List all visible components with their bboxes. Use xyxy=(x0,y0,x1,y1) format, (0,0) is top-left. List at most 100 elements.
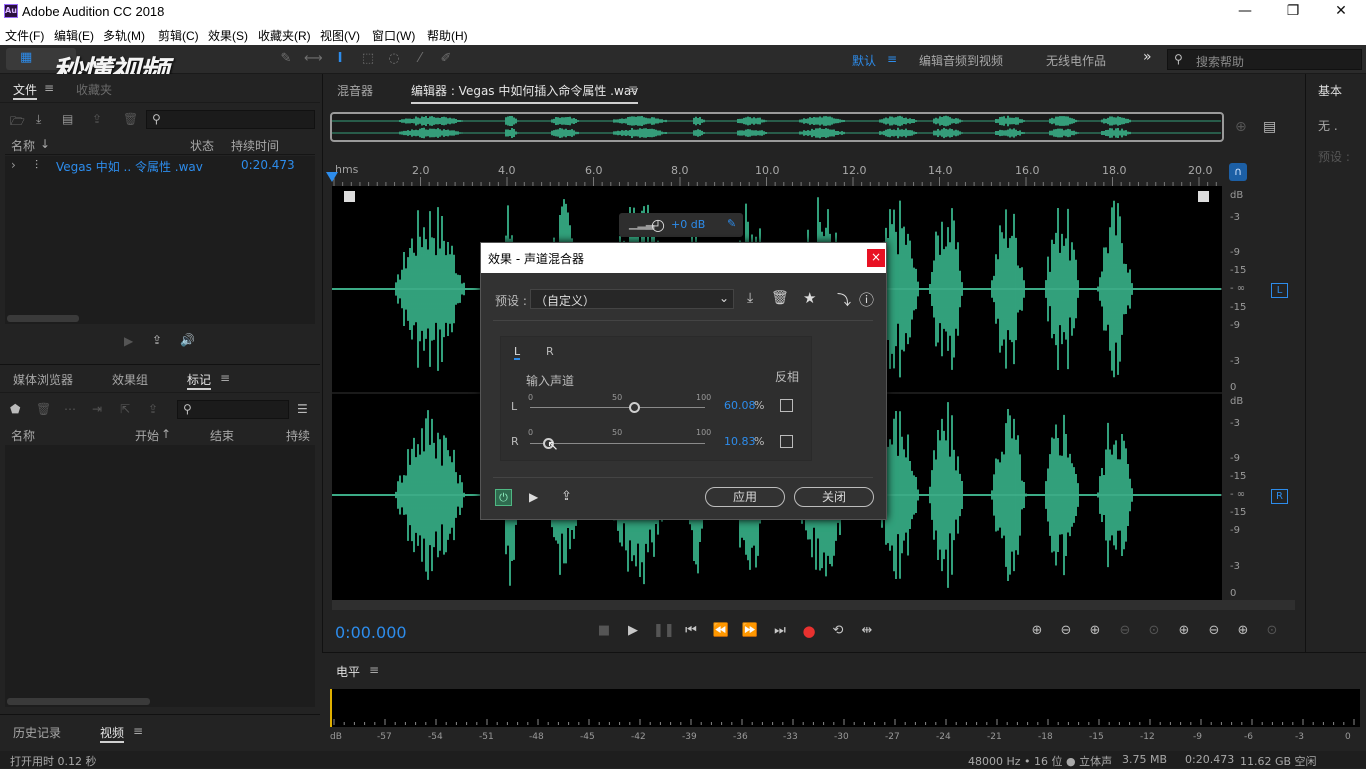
zoom-out-full-icon[interactable]: ⊙ xyxy=(1145,622,1163,640)
brush-icon[interactable]: ⁄ xyxy=(412,51,428,67)
menu-help[interactable]: 帮助(H) xyxy=(427,27,468,44)
rewind-icon[interactable]: ⏪ xyxy=(712,622,730,640)
fast-forward-icon[interactable]: ⏩ xyxy=(741,622,759,640)
help-search-input[interactable]: 搜索帮助 xyxy=(1196,53,1244,70)
marquee-icon[interactable]: ⬚ xyxy=(360,51,376,67)
stop-icon[interactable]: ■ xyxy=(595,622,613,640)
tab-output-L[interactable]: L xyxy=(514,345,521,360)
col-name[interactable]: 名称 xyxy=(11,137,35,154)
filter-icon[interactable]: ☰ xyxy=(297,402,308,416)
menu-multitrack[interactable]: 多轨(M) xyxy=(103,27,145,44)
zoom-out-time-icon[interactable]: ⊖ xyxy=(1116,622,1134,640)
routing-icon[interactable]: ⤵ xyxy=(837,290,851,310)
tab-editor[interactable]: 编辑器 : Vegas 中如何插入命令属性 .wav xyxy=(411,82,639,104)
menu-window[interactable]: 窗口(W) xyxy=(372,27,415,44)
go-to-start-icon[interactable]: ⏮ xyxy=(682,622,700,640)
tab-effects-rack[interactable]: 效果组 xyxy=(112,371,148,388)
channel-R-toggle[interactable]: R xyxy=(1271,489,1288,504)
loop-preview-icon[interactable]: ⇪ xyxy=(561,489,572,504)
fade-out-handle[interactable] xyxy=(1198,191,1209,202)
go-to-end-icon[interactable]: ⏭ xyxy=(771,622,789,640)
tab-mixer[interactable]: 混音器 xyxy=(337,82,373,99)
row-L-slider-knob[interactable] xyxy=(629,402,641,413)
info-icon[interactable]: ⓘ xyxy=(859,289,874,310)
editor-scrollbar[interactable] xyxy=(332,600,1295,610)
invert-R-checkbox[interactable] xyxy=(780,435,793,448)
row-L-slider[interactable] xyxy=(530,407,705,408)
delete-preset-icon[interactable]: 🗑 xyxy=(771,290,789,306)
panel-options-icon[interactable]: ▤ xyxy=(1263,119,1276,135)
levels-menu-icon[interactable]: ≡ xyxy=(369,663,379,677)
time-display[interactable]: 0:00.000 xyxy=(335,623,407,642)
spot-heal-icon[interactable]: ✎ xyxy=(278,51,294,67)
restore-button[interactable]: ❐ xyxy=(1270,0,1316,24)
workspace-default[interactable]: 默认 xyxy=(852,52,876,69)
close-dialog-button[interactable]: 关闭 xyxy=(794,487,874,507)
speaker-icon[interactable]: 🔊 xyxy=(180,333,195,347)
workspace-radio[interactable]: 无线电作品 xyxy=(1046,52,1106,69)
col-start[interactable]: 开始 xyxy=(135,427,159,444)
tab-history[interactable]: 历史记录 xyxy=(13,724,61,741)
favorite-star-icon[interactable]: ★ xyxy=(803,289,816,307)
eraser-icon[interactable]: ✐ xyxy=(438,51,454,67)
open-file-icon[interactable]: 🗁 xyxy=(10,112,25,133)
menu-file[interactable]: 文件(F) xyxy=(5,27,44,44)
zoom-in-amplitude-icon[interactable]: ⊕ xyxy=(1028,622,1046,640)
delete-marker-icon[interactable]: 🗑 xyxy=(36,402,51,416)
gain-knob-icon[interactable]: ◴ xyxy=(651,215,665,234)
gain-value[interactable]: +0 dB xyxy=(671,218,705,231)
zoom-reset-icon[interactable]: ⊙ xyxy=(1263,622,1281,640)
pause-icon[interactable]: ❚❚ xyxy=(653,622,675,640)
zoom-selection-icon[interactable]: ⊕ xyxy=(1175,622,1193,640)
zoom-out-amplitude-icon[interactable]: ⊖ xyxy=(1057,622,1075,640)
markers-menu-icon[interactable]: ≡ xyxy=(220,371,230,385)
col-duration[interactable]: 持续时间 xyxy=(231,137,279,154)
menu-effects[interactable]: 效果(S) xyxy=(208,27,248,44)
files-menu-icon[interactable]: ≡ xyxy=(44,81,54,95)
overview-navigator[interactable] xyxy=(330,112,1224,142)
record-icon[interactable]: ● xyxy=(800,622,818,640)
skip-selection-icon[interactable]: ⇹ xyxy=(858,622,876,640)
insert-marker-icon[interactable]: ⇥ xyxy=(92,402,102,416)
preview-play-icon[interactable]: ▶ xyxy=(529,490,538,504)
essential-title[interactable]: 基本 xyxy=(1318,82,1342,99)
time-selection-icon[interactable]: ⟷ xyxy=(304,51,323,67)
file-row[interactable]: › ⫶ Vegas 中如 .. 令属性 .wav 0:20.473 xyxy=(5,156,315,175)
add-marker-icon[interactable]: ⬟ xyxy=(10,402,20,416)
dialog-close-icon[interactable]: × xyxy=(867,249,885,267)
zoom-in-time-icon[interactable]: ⊕ xyxy=(1086,622,1104,640)
more-workspaces-icon[interactable]: » xyxy=(1143,49,1152,65)
headphones-icon[interactable]: ∩ xyxy=(1229,163,1247,181)
help-search[interactable]: ⚲ 搜索帮助 xyxy=(1167,49,1362,70)
delete-icon[interactable]: 🗑 xyxy=(123,112,138,126)
import-icon[interactable]: ⤓ xyxy=(36,112,41,127)
minimize-button[interactable]: — xyxy=(1222,0,1268,24)
video-menu-icon[interactable]: ≡ xyxy=(133,724,143,738)
play-icon[interactable]: ▶ xyxy=(624,622,642,640)
invert-L-checkbox[interactable] xyxy=(780,399,793,412)
insert-icon[interactable]: ⇪ xyxy=(92,112,102,126)
export-icon[interactable]: ⇪ xyxy=(152,333,162,347)
pin-icon[interactable]: ✎ xyxy=(727,217,736,230)
window-close-button[interactable]: ✕ xyxy=(1318,0,1364,24)
markers-search[interactable]: ⚲ xyxy=(177,400,289,419)
editor-menu-icon[interactable]: ≡ xyxy=(628,82,638,96)
tab-media-browser[interactable]: 媒体浏览器 xyxy=(13,371,73,388)
tab-markers[interactable]: 标记 xyxy=(187,371,212,390)
horizontal-scrollbar[interactable] xyxy=(7,698,150,705)
col-marker-name[interactable]: 名称 xyxy=(11,427,35,444)
workspace-menu-icon[interactable]: ≡ xyxy=(887,52,897,66)
tab-favorites[interactable]: 收藏夹 xyxy=(76,81,112,98)
time-cursor-icon[interactable]: I xyxy=(332,51,348,67)
tab-output-R[interactable]: R xyxy=(546,345,554,358)
loop-icon[interactable]: ⟲ xyxy=(829,622,847,640)
new-file-icon[interactable]: ▤ xyxy=(62,112,73,126)
zoom-navigator-icon[interactable]: ⊕ xyxy=(1235,119,1247,135)
row-L-value[interactable]: 60.08 xyxy=(724,399,756,412)
playhead-marker[interactable] xyxy=(326,172,338,182)
col-status[interactable]: 状态 xyxy=(190,137,214,154)
menu-view[interactable]: 视图(V) xyxy=(320,27,360,44)
export-range-icon[interactable]: ⇱ xyxy=(120,402,130,416)
preset-dropdown[interactable]: （自定义） ⌄ xyxy=(530,289,734,309)
zoom-left-icon[interactable]: ⊖ xyxy=(1205,622,1223,640)
